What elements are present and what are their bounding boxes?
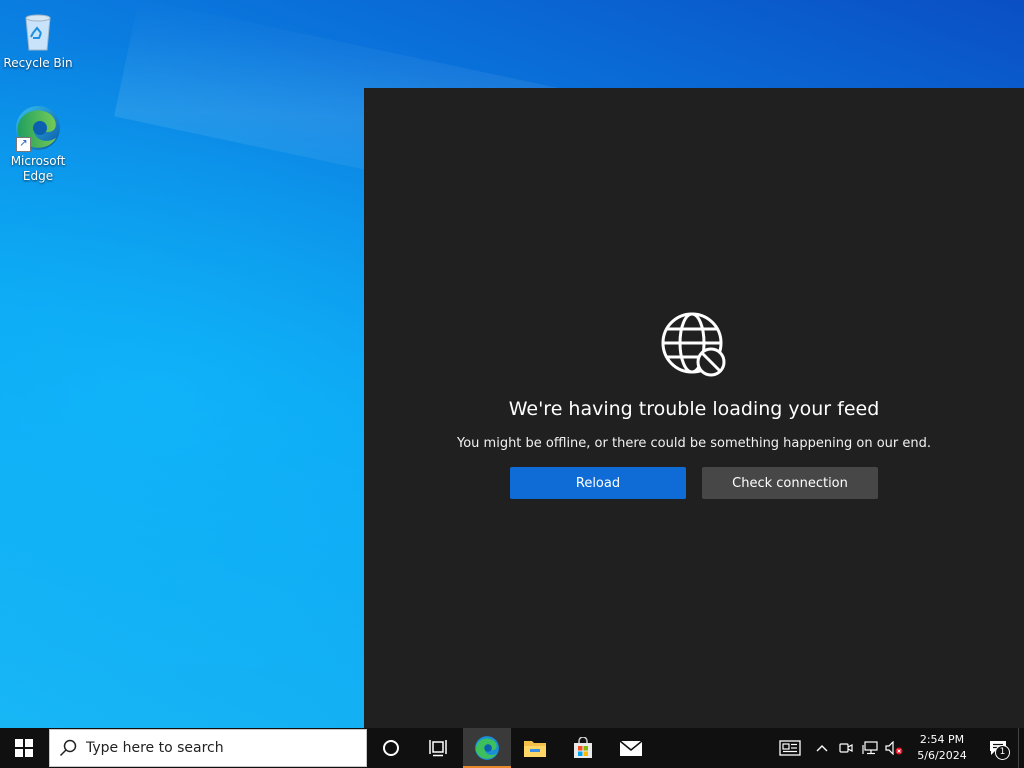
recycle-bin-icon — [14, 6, 62, 54]
feed-error-message: You might be offline, or there could be … — [457, 436, 931, 451]
edge-icon — [475, 736, 499, 760]
volume-muted-icon — [885, 741, 903, 755]
edge-icon: ↗ — [14, 104, 62, 152]
news-feed-flyout: We're having trouble loading your feed Y… — [364, 88, 1024, 728]
taskbar-edge-button[interactable] — [463, 728, 511, 768]
task-view-icon — [429, 740, 447, 757]
cortana-icon — [383, 740, 399, 756]
news-icon — [779, 740, 801, 756]
mail-button[interactable] — [607, 728, 655, 768]
file-explorer-button[interactable] — [511, 728, 559, 768]
meet-now-button[interactable] — [834, 728, 858, 768]
clock-time: 2:54 PM — [919, 733, 965, 746]
chevron-up-icon — [816, 745, 828, 752]
start-icon — [15, 739, 33, 757]
task-view-button[interactable] — [415, 728, 463, 768]
globe-offline-icon — [661, 312, 726, 377]
mail-icon — [619, 740, 643, 756]
recycle-bin-shortcut[interactable]: Recycle Bin — [0, 6, 76, 71]
action-center-button[interactable]: 1 — [978, 728, 1018, 768]
reload-button[interactable]: Reload — [510, 467, 686, 499]
search-icon — [59, 739, 77, 757]
desktop-icon-label: Recycle Bin — [3, 56, 73, 70]
feed-error-title: We're having trouble loading your feed — [508, 398, 880, 420]
feed-actions: Reload Check connection — [364, 467, 1024, 499]
microsoft-store-button[interactable] — [559, 728, 607, 768]
taskbar-clock[interactable]: 2:54 PM 5/6/2024 — [906, 732, 978, 764]
network-icon — [862, 741, 878, 755]
start-button[interactable] — [0, 728, 48, 768]
search-input[interactable] — [86, 740, 346, 756]
taskbar-search-box[interactable] — [49, 729, 367, 767]
feed-error-content: We're having trouble loading your feed Y… — [364, 312, 1024, 499]
desktop[interactable]: Recycle Bin ↗ Microsoft Edge We're havin… — [0, 0, 1024, 728]
network-button[interactable] — [858, 728, 882, 768]
taskbar: 2:54 PM 5/6/2024 1 — [0, 728, 1024, 768]
show-desktop-button[interactable] — [1018, 728, 1024, 768]
shortcut-arrow-icon: ↗ — [16, 137, 31, 152]
cortana-button[interactable] — [367, 728, 415, 768]
microsoft-edge-shortcut[interactable]: ↗ Microsoft Edge — [0, 104, 76, 184]
check-connection-button[interactable]: Check connection — [702, 467, 878, 499]
clock-date: 5/6/2024 — [917, 749, 967, 762]
system-tray: 2:54 PM 5/6/2024 1 — [770, 728, 1024, 768]
meet-now-icon — [839, 743, 853, 753]
store-icon — [574, 737, 592, 758]
news-and-interests-button[interactable] — [770, 728, 810, 768]
volume-button[interactable] — [882, 728, 906, 768]
notification-count-badge: 1 — [995, 745, 1010, 760]
file-explorer-icon — [524, 741, 546, 757]
desktop-icon-label: Microsoft Edge — [10, 154, 66, 183]
show-hidden-icons-button[interactable] — [810, 728, 834, 768]
